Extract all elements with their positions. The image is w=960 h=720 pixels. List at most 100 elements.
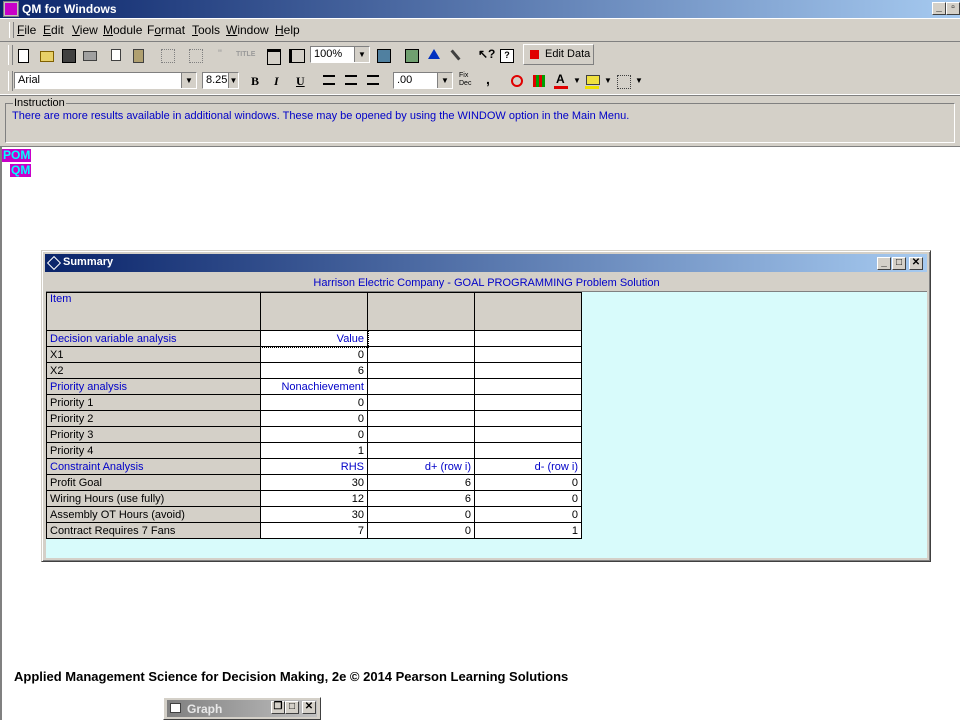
graph-close-button[interactable]: ✕ <box>302 701 316 714</box>
value-cell[interactable]: Nonachievement <box>260 378 368 395</box>
normal-curve-icon[interactable] <box>425 46 443 64</box>
align-right-icon[interactable] <box>364 72 382 90</box>
summary-title-bar[interactable]: Summary _ □ ✕ <box>45 254 927 272</box>
value-cell[interactable]: 0 <box>474 474 582 491</box>
zero-icon[interactable] <box>508 72 526 90</box>
chevron-down-icon[interactable]: ▼ <box>181 73 196 88</box>
graph-maximize-button[interactable]: □ <box>285 701 299 714</box>
new-file-icon[interactable] <box>15 46 33 64</box>
align-left-icon[interactable] <box>320 72 338 90</box>
chevron-down-icon[interactable]: ▼ <box>228 73 238 88</box>
value-cell[interactable]: 0 <box>260 410 368 427</box>
copy-icon[interactable] <box>108 46 126 64</box>
spreadsheet-icon[interactable] <box>402 46 420 64</box>
window-icon[interactable] <box>374 46 392 64</box>
font-name-select[interactable]: Arial ▼ <box>14 72 197 89</box>
fill-color-icon[interactable] <box>583 72 601 90</box>
bold-button[interactable]: B <box>251 74 259 89</box>
save-disk-icon[interactable] <box>59 46 77 64</box>
value-cell[interactable]: RHS <box>260 458 368 475</box>
font-color-icon[interactable]: A <box>552 72 570 90</box>
chevron-down-icon[interactable]: ▼ <box>354 47 369 62</box>
comma-button[interactable]: , <box>486 71 490 87</box>
underline-button[interactable]: U <box>296 74 305 89</box>
value-cell[interactable]: d+ (row i) <box>367 458 475 475</box>
paste-icon[interactable] <box>130 46 148 64</box>
value-cell[interactable] <box>474 330 582 347</box>
edit-data-button[interactable]: Edit Data <box>523 44 594 65</box>
context-help-icon[interactable]: ↖? <box>475 46 495 64</box>
value-cell[interactable]: 6 <box>367 490 475 507</box>
chevron-down-icon[interactable]: ▼ <box>604 76 612 85</box>
summary-maximize-button[interactable]: □ <box>892 257 906 270</box>
value-cell[interactable] <box>474 410 582 427</box>
chevron-down-icon[interactable]: ▼ <box>437 73 452 88</box>
row-label-cell: Priority 2 <box>46 410 261 427</box>
italic-button[interactable]: I <box>274 74 279 89</box>
insert-column-icon[interactable] <box>286 46 305 64</box>
value-cell[interactable] <box>474 362 582 379</box>
insert-row-icon[interactable] <box>264 46 282 65</box>
open-folder-icon[interactable] <box>37 46 55 64</box>
graph-window-minimized[interactable]: Graph ❐ □ ✕ <box>163 697 321 720</box>
value-cell[interactable] <box>367 442 475 459</box>
value-cell[interactable]: 12 <box>260 490 368 507</box>
value-cell[interactable]: 0 <box>260 346 368 363</box>
print-icon[interactable] <box>80 46 98 64</box>
value-cell[interactable] <box>474 426 582 443</box>
qm-app-icon[interactable] <box>3 1 19 17</box>
value-cell[interactable] <box>367 330 475 347</box>
value-cell[interactable] <box>474 394 582 411</box>
value-cell[interactable] <box>367 426 475 443</box>
value-cell[interactable]: 6 <box>367 474 475 491</box>
value-cell[interactable] <box>474 442 582 459</box>
value-cell[interactable]: 0 <box>260 426 368 443</box>
value-cell[interactable] <box>367 394 475 411</box>
menu-window[interactable]: Window <box>226 23 269 37</box>
chevron-down-icon[interactable]: ▼ <box>635 76 643 85</box>
value-cell[interactable]: 0 <box>367 506 475 523</box>
zoom-select[interactable]: 100% ▼ <box>310 46 370 63</box>
font-size-select[interactable]: 8.25 ▼ <box>202 72 239 89</box>
value-cell[interactable]: 30 <box>260 506 368 523</box>
value-cell[interactable]: 30 <box>260 474 368 491</box>
menu-help[interactable]: Help <box>275 23 300 37</box>
value-cell[interactable]: 0 <box>474 490 582 507</box>
minimize-button[interactable]: _ <box>932 2 946 15</box>
menu-view[interactable]: View <box>72 23 98 37</box>
summary-close-button[interactable]: ✕ <box>909 257 923 270</box>
value-cell[interactable]: 0 <box>474 506 582 523</box>
value-cell[interactable] <box>367 362 475 379</box>
value-cell[interactable] <box>474 346 582 363</box>
value-cell[interactable]: 7 <box>260 522 368 539</box>
value-cell[interactable]: 1 <box>474 522 582 539</box>
graph-restore-button[interactable]: ❐ <box>271 701 285 714</box>
value-cell[interactable]: 0 <box>260 394 368 411</box>
menu-file[interactable]: File <box>17 23 36 37</box>
menu-edit[interactable]: Edit <box>43 23 64 37</box>
value-cell[interactable] <box>367 410 475 427</box>
align-center-icon[interactable] <box>342 72 360 90</box>
value-cell[interactable] <box>474 378 582 395</box>
color-grid-icon[interactable] <box>530 72 548 90</box>
menu-tools[interactable]: Tools <box>192 23 220 37</box>
value-cell[interactable]: 6 <box>260 362 368 379</box>
value-cell[interactable]: 1 <box>260 442 368 459</box>
value-cell[interactable]: d- (row i) <box>474 458 582 475</box>
summary-title: Summary <box>63 256 114 268</box>
chevron-down-icon[interactable]: ▼ <box>573 76 581 85</box>
decimals-select[interactable]: .00 ▼ <box>393 72 453 89</box>
pencil-icon[interactable] <box>447 46 465 64</box>
value-cell[interactable] <box>367 378 475 395</box>
help-icon[interactable]: ? <box>497 46 515 64</box>
summary-minimize-button[interactable]: _ <box>877 257 891 270</box>
borders-icon[interactable] <box>614 72 632 90</box>
graph-title-bar[interactable]: Graph ❐ □ ✕ <box>167 700 317 717</box>
value-cell[interactable] <box>367 346 475 363</box>
value-cell[interactable]: Value <box>259 329 369 348</box>
value-cell[interactable]: 0 <box>367 522 475 539</box>
restore-button[interactable]: ▫ <box>946 2 960 15</box>
menu-format[interactable]: Format <box>147 23 185 37</box>
menu-module[interactable]: Module <box>103 23 142 37</box>
fix-decimals-button[interactable]: Fix Dec <box>459 72 473 88</box>
